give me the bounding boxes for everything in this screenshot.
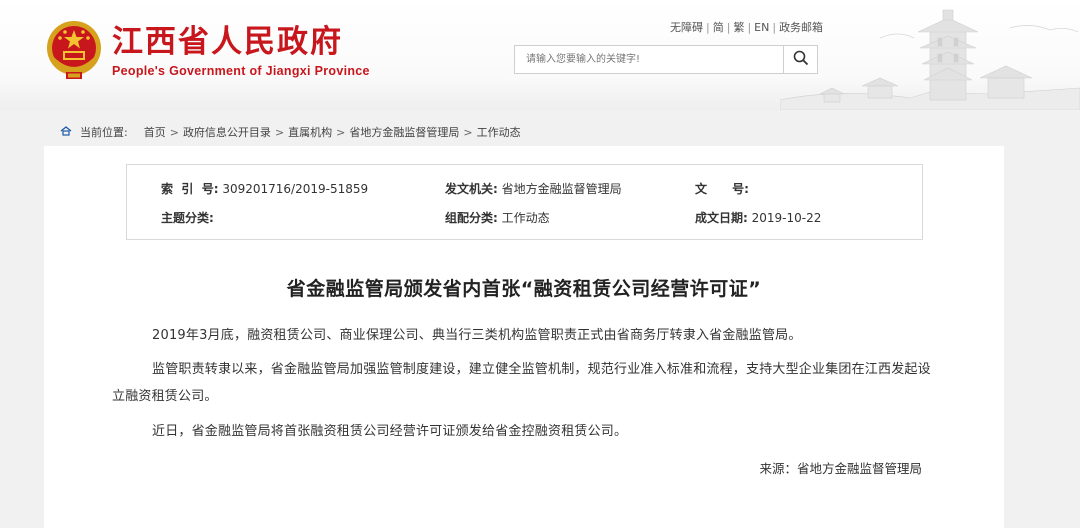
chevron-right-icon: >: [463, 125, 473, 139]
article-paragraph: 2019年3月底，融资租赁公司、商业保理公司、典当行三类机构监管职责正式由省商务…: [152, 328, 802, 343]
pagoda-illustration: [779, 8, 1080, 111]
accessibility-link[interactable]: 无障碍: [670, 21, 703, 34]
chevron-right-icon: >: [169, 125, 179, 139]
article-paragraph: 监管职责转隶以来，省金融监管局加强监管制度建设，建立健全监管机制，规范行业准入标…: [112, 362, 931, 404]
chevron-right-icon: >: [274, 125, 285, 139]
meta-issuer: 发文机关: 省地方金融监督管理局: [445, 180, 622, 197]
article-card: 索 引 号: 309201716/2019-51859 发文机关: 省地方金融监…: [44, 146, 1004, 528]
english-link[interactable]: EN: [754, 21, 769, 34]
national-emblem-icon[interactable]: [44, 18, 104, 82]
search-box: [514, 45, 818, 74]
meta-docno-key: 文 号:: [695, 182, 749, 196]
site-title-en[interactable]: People's Government of Jiangxi Province: [112, 64, 370, 78]
simplified-chinese-link[interactable]: 简: [713, 21, 724, 34]
site-header: 江西省人民政府 People's Government of Jiangxi P…: [0, 0, 1080, 111]
meta-group-value: 工作动态: [501, 211, 550, 225]
meta-date-key: 成文日期:: [695, 211, 748, 225]
meta-issuer-value: 省地方金融监督管理局: [501, 182, 622, 196]
traditional-chinese-link[interactable]: 繁: [733, 21, 744, 34]
breadcrumb-direct-agencies[interactable]: 直属机构: [288, 124, 332, 140]
site-title-cn[interactable]: 江西省人民政府: [112, 22, 343, 62]
breadcrumb-home[interactable]: 首页: [144, 124, 166, 140]
divider: |: [706, 21, 710, 34]
breadcrumb-work-news[interactable]: 工作动态: [477, 124, 521, 140]
document-meta-table: 索 引 号: 309201716/2019-51859 发文机关: 省地方金融监…: [126, 164, 923, 240]
breadcrumb-label: 当前位置:: [80, 126, 128, 139]
meta-issuer-key: 发文机关:: [445, 182, 498, 196]
meta-topic-key: 主题分类:: [161, 211, 214, 225]
chevron-right-icon: >: [336, 125, 346, 139]
breadcrumb-finance-bureau[interactable]: 省地方金融监督管理局: [349, 124, 459, 140]
meta-date: 成文日期: 2019-10-22: [695, 209, 821, 226]
meta-group: 组配分类: 工作动态: [445, 209, 550, 226]
divider: |: [726, 21, 731, 34]
home-icon: [60, 125, 72, 139]
search-input[interactable]: [515, 46, 783, 73]
divider: |: [772, 21, 777, 34]
article-title: 省金融监管局颁发省内首张“融资租赁公司经营许可证”: [286, 278, 762, 300]
meta-topic: 主题分类:: [161, 209, 214, 226]
breadcrumb-gov-info[interactable]: 政府信息公开目录: [183, 124, 271, 140]
meta-index: 索 引 号: 309201716/2019-51859: [161, 180, 368, 197]
meta-index-key: 索 引 号:: [161, 182, 219, 196]
meta-index-value: 309201716/2019-51859: [222, 182, 369, 196]
meta-group-key: 组配分类:: [445, 211, 498, 225]
meta-docno: 文 号:: [695, 180, 749, 197]
article-paragraph: 近日，省金融监管局将首张融资租赁公司经营许可证颁发给省金控融资租赁公司。: [152, 424, 628, 439]
divider: |: [747, 21, 752, 34]
meta-date-value: 2019-10-22: [751, 211, 822, 225]
breadcrumb: 当前位置: 首页 > 政府信息公开目录 > 直属机构 > 省地方金融监督管理局 …: [60, 124, 521, 140]
article-source: 来源：省地方金融监督管理局: [759, 461, 922, 476]
